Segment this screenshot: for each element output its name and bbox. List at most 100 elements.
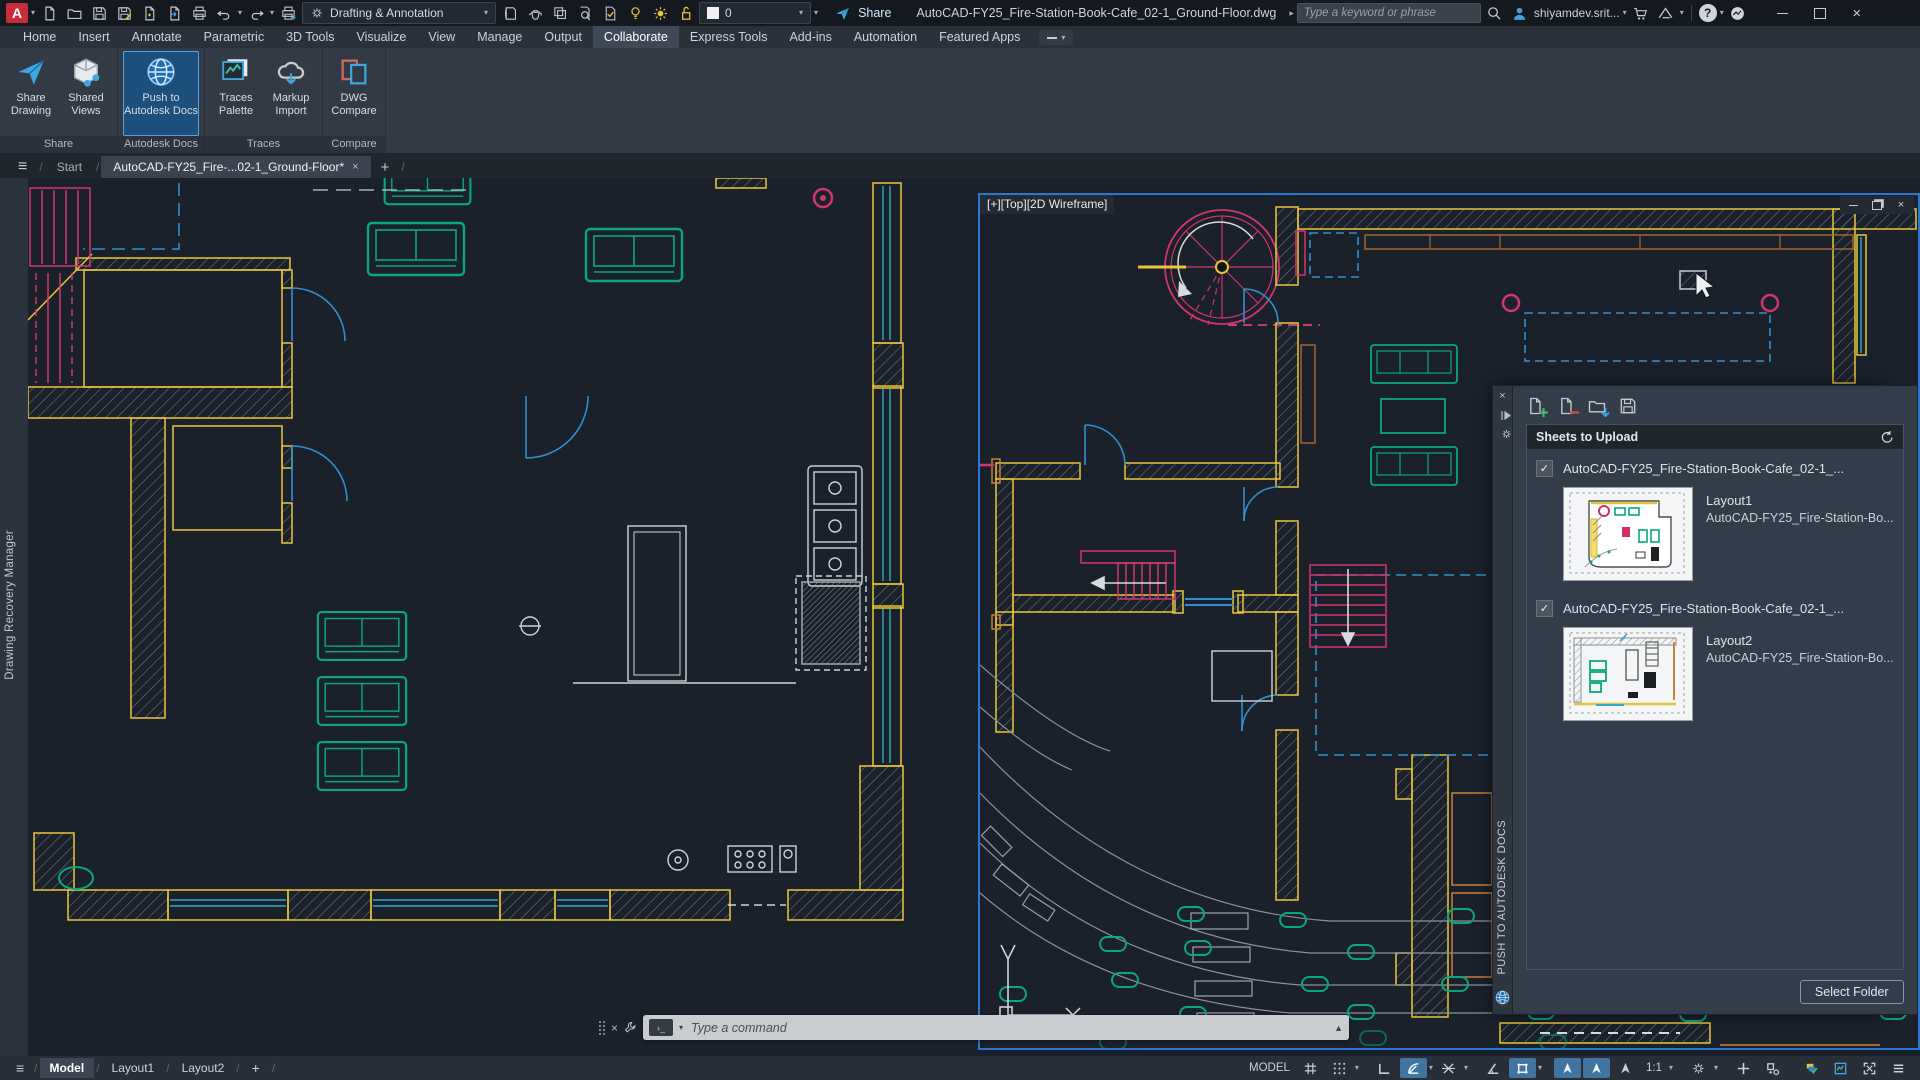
clean-screen-toggle[interactable]: [1856, 1058, 1883, 1078]
new-drawing-tab-button[interactable]: +: [371, 157, 400, 178]
close-drawing-tab-icon[interactable]: ×: [352, 161, 358, 173]
command-history-caret-icon[interactable]: ▲: [1334, 1023, 1343, 1033]
new-layout-button[interactable]: +: [242, 1057, 270, 1079]
undo-button[interactable]: [213, 2, 235, 24]
palette-properties-icon[interactable]: [1497, 428, 1516, 440]
tab-add-ins[interactable]: Add-ins: [778, 26, 842, 48]
sheet-checkbox[interactable]: ✓: [1536, 600, 1553, 617]
tab-layout2[interactable]: Layout2: [172, 1058, 235, 1078]
redo-caret-icon[interactable]: ▾: [270, 9, 274, 17]
layer-properties-button[interactable]: [549, 2, 571, 24]
palette-autohide-icon[interactable]: [1497, 410, 1516, 421]
trace-status-icon[interactable]: [1827, 1058, 1854, 1078]
tab-layout1[interactable]: Layout1: [102, 1058, 165, 1078]
tab-featured-apps[interactable]: Featured Apps: [928, 26, 1031, 48]
search-icon[interactable]: [1484, 2, 1506, 24]
layer-on-icon[interactable]: [624, 2, 646, 24]
tab-visualize[interactable]: Visualize: [346, 26, 418, 48]
help-search-input[interactable]: [1297, 3, 1481, 23]
layout2-thumbnail[interactable]: [1563, 627, 1693, 721]
plot-style-button[interactable]: [599, 2, 621, 24]
save-button[interactable]: [88, 2, 110, 24]
plot-preview-button[interactable]: [574, 2, 596, 24]
select-folder-button[interactable]: Select Folder: [1800, 980, 1904, 1004]
palette-title-strip[interactable]: × PUSH TO AUTODESK DOCS: [1492, 385, 1512, 1015]
save-to-web-button[interactable]: [163, 2, 185, 24]
layer-thaw-icon[interactable]: [649, 2, 671, 24]
tab-view[interactable]: View: [417, 26, 466, 48]
layout-tab-menu-icon[interactable]: ≡: [8, 1060, 32, 1076]
tab-insert[interactable]: Insert: [67, 26, 120, 48]
sheet-layout-row[interactable]: Layout2 AutoCAD-FY25_Fire-Station-Bo...: [1527, 621, 1903, 729]
share-drawing-button[interactable]: ShareDrawing: [5, 51, 57, 136]
drawing-canvas-area[interactable]: Drawing Recovery Manager: [0, 178, 1920, 1056]
tab-start[interactable]: Start: [45, 156, 94, 178]
minimize-button[interactable]: [1766, 0, 1800, 26]
dwg-compare-button[interactable]: DWGCompare: [328, 51, 380, 136]
scale-caret-icon[interactable]: ▾: [1669, 1064, 1673, 1072]
autocad-logo-icon[interactable]: A: [6, 3, 28, 23]
save-as-button[interactable]: [113, 2, 135, 24]
sheet-item-row[interactable]: ✓ AutoCAD-FY25_Fire-Station-Book-Cafe_02…: [1527, 589, 1903, 621]
drawing-recovery-manager-strip[interactable]: Drawing Recovery Manager: [0, 178, 29, 1056]
command-line-close-icon[interactable]: ×: [611, 1021, 618, 1035]
app-store-cart-icon[interactable]: [1630, 2, 1652, 24]
layout1-thumbnail[interactable]: [1563, 487, 1693, 581]
workspace-gear-icon[interactable]: [1685, 1058, 1712, 1078]
annotation-scale-icon[interactable]: [1612, 1058, 1639, 1078]
autodesk-access-icon[interactable]: [1655, 2, 1677, 24]
graphics-performance-toggle[interactable]: [1798, 1058, 1825, 1078]
object-snap-toggle[interactable]: [1509, 1058, 1536, 1078]
traces-palette-button[interactable]: TracesPalette: [210, 51, 262, 136]
tab-output[interactable]: Output: [533, 26, 593, 48]
palette-close-icon[interactable]: ×: [1493, 390, 1512, 402]
tab-annotate[interactable]: Annotate: [121, 26, 193, 48]
user-avatar-icon[interactable]: [1509, 2, 1531, 24]
infocenter-play-icon[interactable]: ▾: [1287, 11, 1296, 16]
panel-label-share[interactable]: Share: [0, 136, 117, 153]
sheet-set-manager-button[interactable]: [499, 2, 521, 24]
customization-menu-icon[interactable]: [1885, 1058, 1912, 1078]
markup-import-button[interactable]: MarkupImport: [265, 51, 317, 136]
file-tab-menu-icon[interactable]: ≡: [8, 158, 37, 178]
tab-model[interactable]: Model: [40, 1058, 95, 1078]
tab-manage[interactable]: Manage: [466, 26, 533, 48]
command-input[interactable]: [689, 1020, 1328, 1036]
autodesk-caret-icon[interactable]: ▾: [1680, 9, 1684, 17]
panel-label-compare[interactable]: Compare: [323, 136, 385, 153]
annotation-monitor-toggle[interactable]: [1730, 1058, 1757, 1078]
polar-tracking-toggle[interactable]: [1400, 1058, 1427, 1078]
undo-caret-icon[interactable]: ▾: [238, 9, 242, 17]
panel-label-autodesk-docs[interactable]: Autodesk Docs: [118, 136, 204, 153]
qat-more-caret-icon[interactable]: ▾: [814, 9, 818, 17]
recent-commands-caret-icon[interactable]: ▾: [679, 1024, 683, 1032]
help-caret-icon[interactable]: ▾: [1720, 9, 1724, 17]
add-sheets-button[interactable]: [1523, 395, 1547, 417]
new-drawing-button[interactable]: [38, 2, 60, 24]
share-icon[interactable]: [831, 2, 853, 24]
panel-label-traces[interactable]: Traces: [205, 136, 322, 153]
render-button[interactable]: [524, 2, 546, 24]
osnap-caret-icon[interactable]: ▾: [1538, 1064, 1542, 1072]
signed-in-user-label[interactable]: shiyamdev.srit...: [1534, 6, 1620, 20]
open-button[interactable]: [63, 2, 85, 24]
model-space-indicator[interactable]: MODEL: [1244, 1062, 1295, 1074]
push-to-autodesk-docs-button[interactable]: Push toAutodesk Docs: [123, 51, 199, 136]
tab-express-tools[interactable]: Express Tools: [679, 26, 779, 48]
command-line-grip[interactable]: [598, 1020, 606, 1036]
health-dashboard-icon[interactable]: [1727, 2, 1749, 24]
tab-collaborate[interactable]: Collaborate: [593, 26, 679, 48]
workspace-switcher[interactable]: Drafting & Annotation ▾: [302, 2, 496, 24]
plot-button[interactable]: [188, 2, 210, 24]
app-menu-caret-icon[interactable]: ▾: [31, 9, 35, 17]
snap-caret-icon[interactable]: ▾: [1355, 1064, 1359, 1072]
help-icon[interactable]: ?: [1699, 4, 1717, 22]
tab-automation[interactable]: Automation: [843, 26, 928, 48]
window-close-icon[interactable]: ×: [1892, 198, 1910, 212]
workspace-caret-icon[interactable]: ▾: [1714, 1064, 1718, 1072]
object-snap-tracking-toggle[interactable]: [1435, 1058, 1462, 1078]
otrack-caret-icon[interactable]: ▾: [1464, 1064, 1468, 1072]
user-caret-icon[interactable]: ▾: [1623, 9, 1627, 17]
viewport-controls-label[interactable]: [+][Top][2D Wireframe]: [980, 195, 1114, 214]
redo-button[interactable]: [245, 2, 267, 24]
